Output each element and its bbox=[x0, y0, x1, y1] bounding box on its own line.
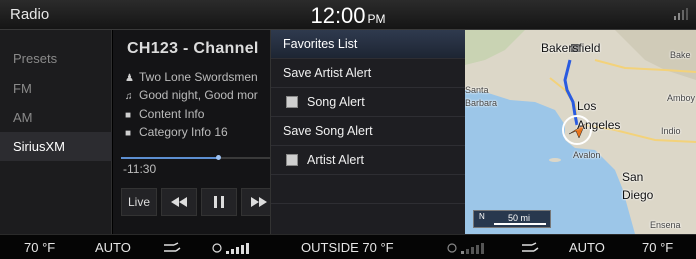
music-icon: ♫ bbox=[125, 91, 133, 102]
menu-item-label: Song Alert bbox=[307, 95, 365, 109]
scale-bar bbox=[494, 223, 546, 225]
map-label-santa: Santa bbox=[465, 85, 489, 95]
song-title: Good night, Good mor bbox=[139, 88, 258, 102]
folder-icon: ■ bbox=[125, 110, 132, 121]
airflow-icon[interactable] bbox=[520, 242, 540, 254]
map-label-los: Los bbox=[577, 99, 597, 113]
menu-item-label: Save Artist Alert bbox=[283, 66, 372, 80]
rewind-button[interactable] bbox=[161, 188, 197, 216]
status-bar: Radio 12:00 PM bbox=[0, 0, 696, 30]
sidebar-item-siriusxm[interactable]: SiriusXM bbox=[0, 132, 112, 161]
sidebar-item-presets[interactable]: Presets bbox=[0, 44, 112, 73]
options-menu: Favorites List Save Artist Alert Song Al… bbox=[270, 30, 466, 234]
left-temp[interactable]: 70 °F bbox=[24, 240, 55, 255]
pause-icon bbox=[214, 196, 224, 208]
map-label-ensenada: Ensena bbox=[650, 220, 681, 230]
forward-button[interactable] bbox=[241, 188, 270, 216]
progress-bar[interactable] bbox=[121, 155, 270, 160]
left-auto[interactable]: AUTO bbox=[95, 240, 131, 255]
right-temp[interactable]: 70 °F bbox=[642, 240, 673, 255]
map-label-bake: Bake bbox=[670, 50, 691, 60]
artist-row: ♟ Two Lone Swordsmen bbox=[125, 70, 258, 84]
song-alert-checkbox[interactable] bbox=[286, 96, 298, 108]
fast-forward-icon bbox=[251, 197, 267, 207]
artist-name: Two Lone Swordsmen bbox=[139, 70, 258, 84]
map-scale: N 50 mi bbox=[473, 210, 551, 228]
right-auto[interactable]: AUTO bbox=[569, 240, 605, 255]
artist-alert-checkbox[interactable] bbox=[286, 154, 298, 166]
map-label-san: San bbox=[622, 170, 644, 184]
channel-title: CH123 - Channel bbox=[127, 40, 259, 57]
sidebar-item-fm[interactable]: FM bbox=[0, 74, 112, 103]
map-label-diego: Diego bbox=[622, 188, 654, 202]
time-offset: -11:30 bbox=[123, 162, 157, 176]
progress-fill bbox=[121, 157, 218, 159]
now-playing-panel: CH123 - Channel ♟ Two Lone Swordsmen ♫ Goo… bbox=[113, 30, 270, 234]
live-button[interactable]: Live bbox=[121, 188, 157, 216]
fan-speed-icon[interactable] bbox=[212, 242, 258, 254]
rewind-icon bbox=[171, 197, 187, 207]
menu-item-label: Artist Alert bbox=[307, 153, 364, 167]
signal-icon bbox=[674, 8, 688, 20]
airflow-icon[interactable] bbox=[162, 242, 182, 254]
category-row: ■ Category Info 16 bbox=[125, 125, 228, 139]
sidebar-item-am[interactable]: AM bbox=[0, 103, 112, 132]
map-label-avalon: Avalon bbox=[573, 150, 601, 160]
menu-item-label: Save Song Alert bbox=[283, 124, 373, 138]
north-indicator: N bbox=[479, 212, 485, 221]
map-label-barbara: Barbara bbox=[465, 98, 498, 108]
menu-song-alert[interactable]: Song Alert bbox=[271, 88, 466, 117]
category-info: Category Info 16 bbox=[139, 125, 228, 139]
map-label-amboy: Amboy bbox=[667, 93, 696, 103]
menu-favorites-list[interactable]: Favorites List bbox=[271, 30, 466, 59]
person-icon: ♟ bbox=[125, 73, 134, 84]
clock-time: 12:00 bbox=[310, 3, 366, 28]
outside-temp: OUTSIDE 70 °F bbox=[301, 240, 394, 255]
content-info: Content Info bbox=[139, 107, 205, 121]
map-label-angeles: Angeles bbox=[577, 118, 621, 132]
song-row: ♫ Good night, Good mor bbox=[125, 88, 258, 102]
scale-label: 50 mi bbox=[508, 213, 531, 223]
clock-ampm: PM bbox=[367, 12, 386, 26]
sidebar: Presets FM AM SiriusXM bbox=[0, 30, 112, 234]
pause-button[interactable] bbox=[201, 188, 237, 216]
category-icon: ■ bbox=[125, 128, 132, 139]
navigation-map[interactable]: Bakersfield Bake Santa Barbara Amboy Los… bbox=[465, 30, 696, 234]
menu-save-song-alert[interactable]: Save Song Alert bbox=[271, 117, 466, 146]
fan-speed-icon[interactable] bbox=[447, 242, 493, 254]
climate-bar: 70 °F AUTO OUTSIDE 70 °F AUTO 70 °F bbox=[0, 234, 696, 259]
menu-save-artist-alert[interactable]: Save Artist Alert bbox=[271, 59, 466, 88]
menu-artist-alert[interactable]: Artist Alert bbox=[271, 146, 466, 175]
progress-handle[interactable] bbox=[215, 155, 221, 160]
clock: 12:00 PM bbox=[0, 3, 696, 29]
content-row: ■ Content Info bbox=[125, 107, 204, 121]
menu-empty-row bbox=[271, 175, 466, 204]
map-label-indio: Indio bbox=[661, 126, 681, 136]
map-label-bakersfield: Bakersfield bbox=[541, 41, 601, 55]
